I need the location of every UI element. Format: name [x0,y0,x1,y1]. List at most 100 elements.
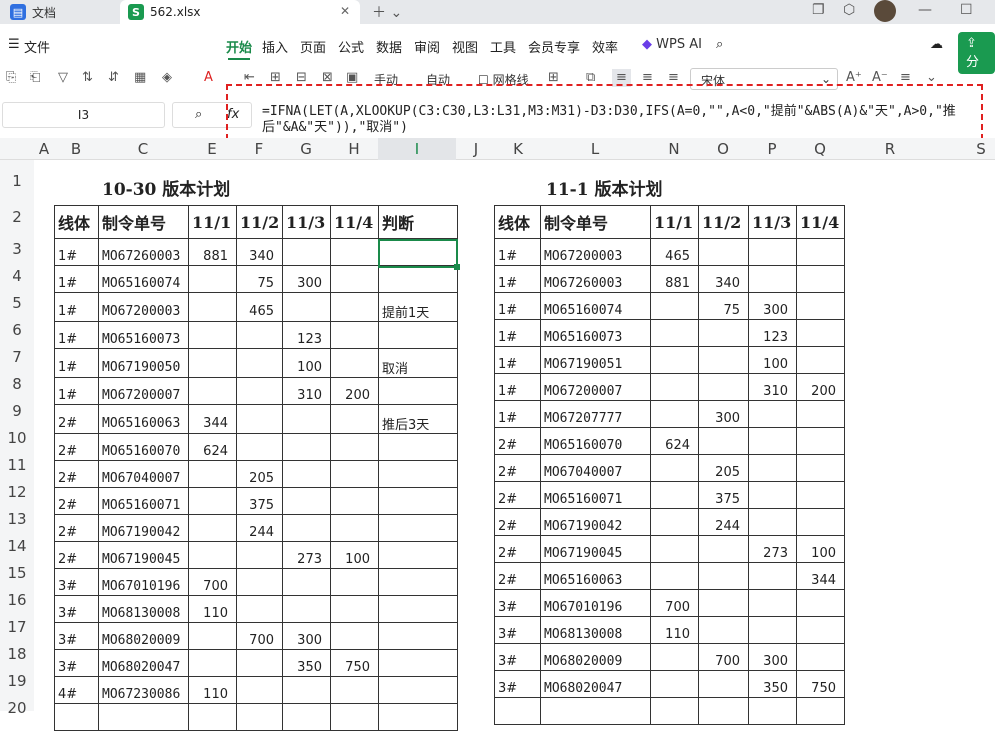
row-15[interactable]: 15 [0,564,34,582]
left-cell[interactable]: 1# [54,292,99,322]
left-cell[interactable] [236,703,283,731]
right-cell[interactable] [748,589,797,617]
left-header-cell[interactable]: 11/4 [330,205,379,239]
right-cell[interactable]: MO68020009 [540,643,651,671]
right-cell[interactable]: 375 [698,481,749,509]
left-cell[interactable]: MO67190050 [98,348,189,378]
zoom-icon[interactable]: ⌕ [195,107,202,122]
left-cell[interactable]: MO67190045 [98,541,189,569]
right-cell[interactable] [796,616,845,644]
left-cell[interactable] [378,377,458,405]
right-cell[interactable]: 100 [796,535,845,563]
left-cell[interactable] [282,703,331,731]
col-F[interactable]: F [236,138,282,160]
right-cell[interactable] [698,616,749,644]
row-19[interactable]: 19 [0,672,34,690]
right-cell[interactable]: MO67190045 [540,535,651,563]
menu-insert[interactable]: 插入 [262,37,288,56]
right-cell[interactable]: 205 [698,454,749,482]
fill-handle[interactable] [454,264,460,270]
right-cell[interactable]: MO67200003 [540,238,651,266]
left-cell[interactable]: 1# [54,238,99,266]
left-cell[interactable] [188,292,237,322]
left-cell[interactable] [330,321,379,349]
right-cell[interactable] [796,346,845,374]
right-cell[interactable]: MO65160074 [540,292,651,320]
left-cell[interactable]: 1# [54,321,99,349]
right-cell[interactable] [698,346,749,374]
left-cell[interactable] [378,676,458,704]
right-cell[interactable] [650,643,699,671]
right-cell[interactable]: 310 [748,373,797,401]
row-20[interactable]: 20 [0,699,34,717]
row-4[interactable]: 4 [0,267,34,285]
right-cell[interactable] [698,670,749,698]
right-cell[interactable] [698,373,749,401]
left-cell[interactable]: 100 [330,541,379,569]
left-cell[interactable]: MO67200007 [98,377,189,405]
left-cell[interactable]: MO65160073 [98,321,189,349]
right-cell[interactable]: MO65160073 [540,319,651,347]
menu-page[interactable]: 页面 [300,37,326,56]
right-cell[interactable]: MO67200007 [540,373,651,401]
left-cell[interactable]: 750 [330,649,379,677]
left-cell[interactable]: 700 [188,568,237,596]
right-cell[interactable] [748,454,797,482]
menu-view[interactable]: 视图 [452,37,478,56]
right-cell[interactable] [698,238,749,266]
right-cell[interactable] [650,508,699,536]
right-cell[interactable]: 700 [698,643,749,671]
right-cell[interactable]: 1# [494,265,541,293]
col-N[interactable]: N [650,138,698,160]
left-cell[interactable]: 300 [282,265,331,293]
left-cell[interactable]: MO68130008 [98,595,189,623]
left-cell[interactable] [188,649,237,677]
row-18[interactable]: 18 [0,645,34,663]
window-icon[interactable]: ❐ [812,2,825,18]
right-cell[interactable] [748,481,797,509]
left-cell[interactable]: 100 [282,348,331,378]
left-cell[interactable]: 110 [188,595,237,623]
right-cell[interactable] [650,292,699,320]
menu-efficiency[interactable]: 效率 [592,37,618,56]
left-cell[interactable] [330,238,379,266]
left-cell[interactable] [282,595,331,623]
right-cell[interactable] [796,481,845,509]
right-cell[interactable] [650,562,699,590]
right-cell[interactable]: MO67190042 [540,508,651,536]
left-cell[interactable] [378,460,458,488]
right-cell[interactable] [748,427,797,455]
left-cell[interactable]: 2# [54,487,99,515]
right-cell[interactable] [796,427,845,455]
col-I[interactable]: I [378,138,456,160]
left-cell[interactable] [236,541,283,569]
left-cell[interactable]: 1# [54,265,99,293]
col-C[interactable]: C [98,138,188,160]
left-cell[interactable]: 75 [236,265,283,293]
right-cell[interactable] [698,697,749,725]
right-cell[interactable] [796,319,845,347]
row-8[interactable]: 8 [0,375,34,393]
right-cell[interactable] [748,697,797,725]
left-cell[interactable]: 2# [54,433,99,461]
right-cell[interactable]: MO67010196 [540,589,651,617]
left-cell[interactable] [236,649,283,677]
left-cell[interactable]: 提前1天 [378,292,458,322]
menu-home[interactable]: 开始 [226,37,252,56]
left-cell[interactable] [330,460,379,488]
left-cell[interactable]: MO65160063 [98,404,189,434]
left-cell[interactable] [378,321,458,349]
right-cell[interactable]: 3# [494,616,541,644]
right-cell[interactable]: 350 [748,670,797,698]
left-cell[interactable] [188,377,237,405]
left-cell[interactable] [378,487,458,515]
right-cell[interactable] [796,265,845,293]
left-cell[interactable] [378,541,458,569]
right-cell[interactable] [698,427,749,455]
right-cell[interactable]: 465 [650,238,699,266]
right-cell[interactable]: MO68130008 [540,616,651,644]
right-cell[interactable]: MO67040007 [540,454,651,482]
right-header-cell[interactable]: 11/1 [650,205,699,239]
right-cell[interactable] [796,238,845,266]
right-cell[interactable]: 1# [494,292,541,320]
